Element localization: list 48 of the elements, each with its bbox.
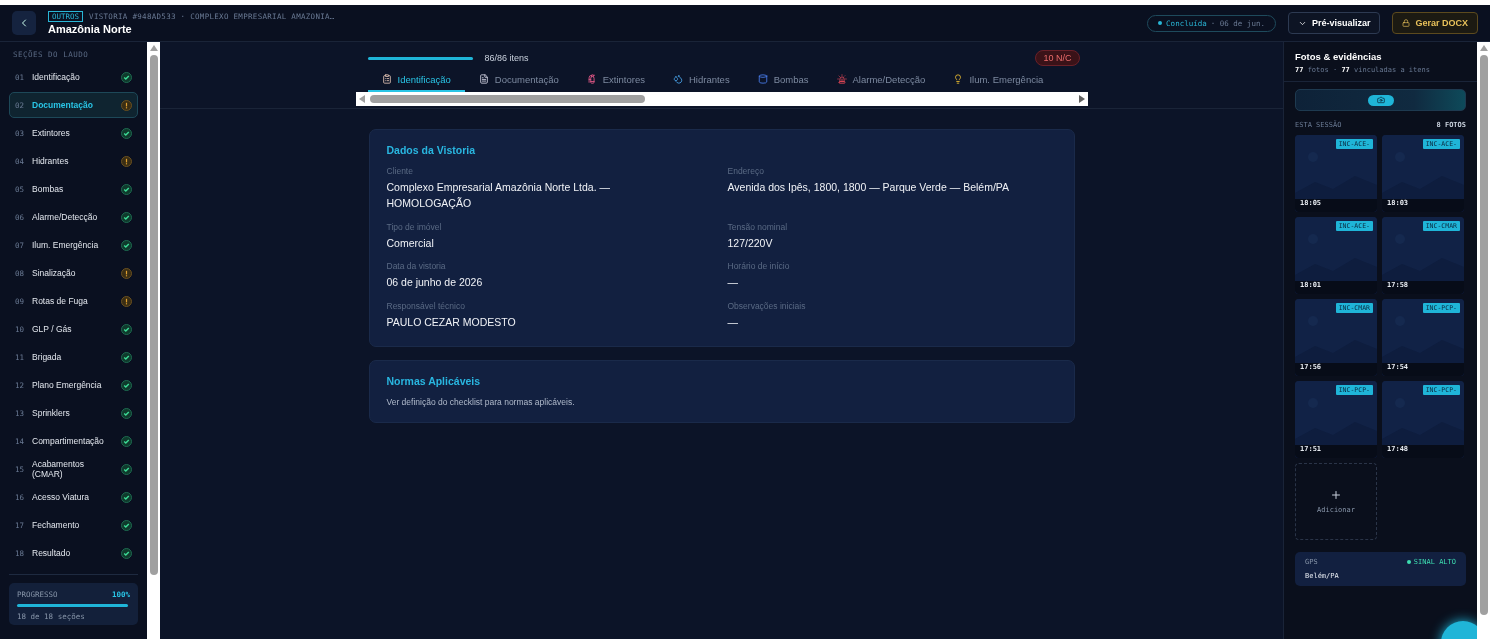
field-value: Comercial: [386, 235, 435, 251]
lightbulb-icon: [953, 74, 964, 84]
scroll-up-icon[interactable]: [149, 45, 158, 51]
horizontal-scrollbar[interactable]: [355, 92, 1088, 106]
field-value: Avenida dos Ipês, 1800, 1800 — Parque Verde — Belém/PA: [727, 180, 1011, 195]
scrollbar[interactable]: [1477, 42, 1490, 639]
section-tab[interactable]: Ilum. Emergência: [939, 68, 1058, 92]
nc-badge: 10 N/C: [1035, 50, 1080, 66]
section-tab[interactable]: Extintores: [572, 68, 659, 92]
panel-title: Fotos & evidências: [1295, 51, 1383, 62]
field-label: Tipo de imóvel: [386, 221, 443, 232]
droplets-icon: [673, 74, 683, 84]
scrollbar[interactable]: [147, 42, 160, 639]
field-value: 127/220V: [727, 235, 774, 251]
card-text: Ver definição do checklist para normas aplicáveis.: [386, 396, 576, 407]
field-label: Cliente: [386, 166, 414, 176]
camera-button[interactable]: [1295, 89, 1466, 111]
field-label: Tensão nominal: [727, 221, 789, 232]
section-tab[interactable]: Alarme/Detecção: [822, 68, 940, 92]
card-title: Dados da Vistoria: [386, 144, 476, 156]
document-icon: [478, 74, 489, 84]
field-label: Data da vistoria: [386, 261, 447, 272]
items-progress-text: 86/86 itens: [484, 53, 529, 63]
field-value: 06 de junho de 2026: [386, 275, 484, 291]
section-tab[interactable]: Hidrantes: [659, 68, 744, 92]
field-label: Endereço: [727, 166, 765, 176]
field-value: Complexo Empresarial Amazônia Norte Ltda. — HOMOLOGAÇÃO: [386, 180, 611, 211]
field-value: —: [727, 275, 739, 291]
back-button[interactable]: [12, 11, 36, 35]
plus-icon: [1330, 489, 1342, 501]
cylinder-icon: [757, 74, 768, 84]
field-label: Horário de início: [727, 261, 791, 272]
section-tab[interactable]: Documentação: [464, 68, 573, 92]
scroll-up-icon[interactable]: [1479, 45, 1488, 51]
preview-button[interactable]: Pré-visualizar: [1287, 12, 1381, 34]
field-label: Observações iniciais: [727, 301, 807, 311]
card-title: Normas Aplicáveis: [386, 374, 482, 387]
section-tab[interactable]: Bombas: [743, 68, 823, 92]
field-value: PAULO CEZAR MODESTO: [386, 315, 517, 330]
page-title: Amazônia Norte: [48, 23, 133, 35]
lock-icon: [1402, 19, 1411, 27]
clipboard-icon: [381, 74, 392, 84]
extinguisher-icon: [586, 74, 597, 84]
siren-icon: [836, 74, 847, 84]
generate-docx-button[interactable]: Gerar DOCX: [1392, 12, 1478, 34]
camera-icon: [1376, 96, 1385, 104]
field-value: —: [727, 315, 739, 330]
field-label: Responsável técnico: [386, 301, 466, 311]
